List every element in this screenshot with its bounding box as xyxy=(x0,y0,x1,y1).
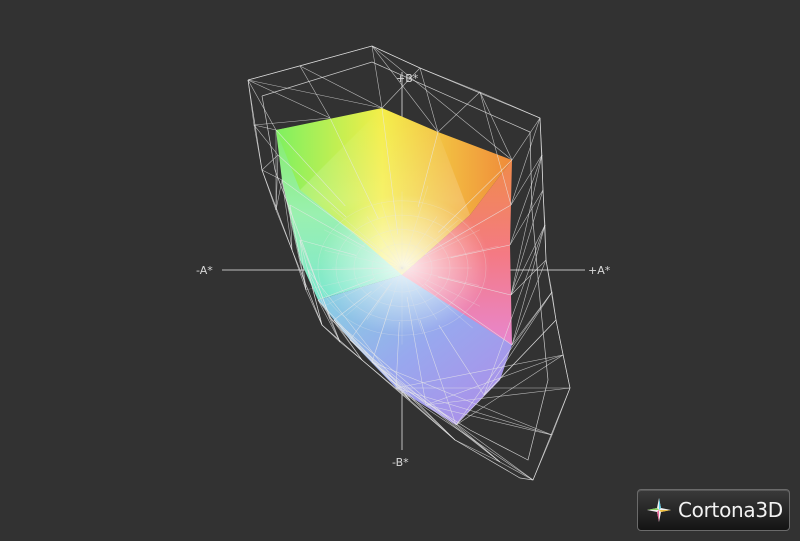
axis-label-minus-b: -B* xyxy=(392,456,409,469)
axis-label-plus-a: +A* xyxy=(588,264,611,277)
cortona3d-logo[interactable]: Cortona3D xyxy=(637,489,790,531)
axis-label-plus-b: +B* xyxy=(396,72,419,85)
3d-viewport[interactable]: +B* -B* +A* -A* Cortona3D xyxy=(0,0,800,541)
logo-text: Cortona3D xyxy=(678,498,783,522)
cortona-star-icon xyxy=(647,498,671,522)
gamut-scene[interactable]: +B* -B* +A* -A* xyxy=(0,0,800,541)
axis-label-minus-a: -A* xyxy=(196,264,213,277)
